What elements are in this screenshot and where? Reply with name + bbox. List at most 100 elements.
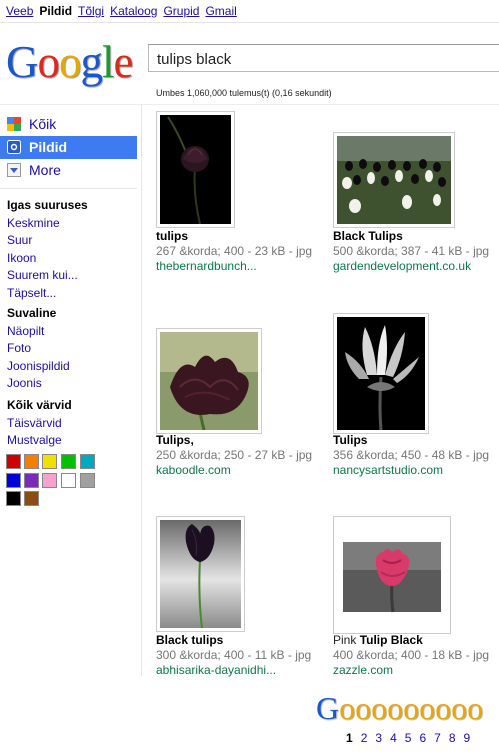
tulip-image — [337, 520, 447, 630]
page-5[interactable]: 5 — [405, 731, 412, 745]
size-filter-exactly[interactable]: Täpselt... — [7, 285, 88, 303]
nav-link-pildid[interactable]: Pildid — [39, 4, 72, 18]
color-swatch-red[interactable] — [6, 454, 21, 469]
result-thumbnail[interactable] — [333, 516, 451, 634]
pagination: 123456789 — [346, 731, 478, 745]
header-divider — [0, 104, 499, 105]
pager-logo: Gooooooooo — [316, 690, 484, 726]
size-filter-larger-than[interactable]: Suurem kui... — [7, 267, 88, 285]
nav-link-veeb[interactable]: Veeb — [6, 4, 33, 18]
color-swatch-yellow[interactable] — [42, 454, 57, 469]
image-result: Tulips 356 &korda; 450 - 48 kB - jpg nan… — [333, 313, 499, 483]
modes-divider — [0, 188, 137, 189]
all-results-icon — [7, 117, 21, 131]
google-logo[interactable]: Google — [6, 36, 133, 88]
mode-more[interactable]: More — [0, 159, 137, 182]
top-navigation-bar: Veeb Pildid Tõlgi Kataloog Grupid Gmail — [0, 0, 499, 23]
page-7[interactable]: 7 — [434, 731, 441, 745]
color-swatch-orange[interactable] — [24, 454, 39, 469]
result-source[interactable]: abhisarika-dayanidhi... — [156, 663, 276, 678]
color-filter: Kõik värvid Täisvärvid Mustvalge — [7, 397, 72, 450]
result-title[interactable]: Black Tulips — [333, 229, 403, 243]
image-result: Black Tulips 500 &korda; 387 - 41 kB - j… — [333, 111, 499, 281]
result-title[interactable]: Tulips, — [156, 433, 194, 447]
image-result: Pink Tulip Black 400 &korda; 400 - 18 kB… — [333, 516, 499, 686]
page-4[interactable]: 4 — [390, 731, 397, 745]
type-filter-heading[interactable]: Suvaline — [7, 305, 70, 323]
color-swatch-teal[interactable] — [80, 454, 95, 469]
mode-more-label: More — [29, 162, 61, 178]
color-filter-full[interactable]: Täisvärvid — [7, 415, 72, 433]
result-thumbnail[interactable] — [333, 132, 455, 228]
page-8[interactable]: 8 — [449, 731, 456, 745]
result-meta: 400 &korda; 400 - 18 kB - jpg — [333, 648, 490, 662]
result-stats: Umbes 1,060,000 tulemus(t) (0,16 sekundi… — [156, 88, 332, 98]
result-thumbnail[interactable] — [156, 516, 245, 632]
result-title[interactable]: tulips — [156, 229, 188, 243]
result-thumbnail[interactable] — [156, 111, 235, 228]
page-2[interactable]: 2 — [361, 731, 368, 745]
mode-all[interactable]: Kõik — [0, 113, 137, 136]
color-swatch-gray[interactable] — [80, 473, 95, 488]
result-meta: 300 &korda; 400 - 11 kB - jpg — [156, 648, 312, 662]
tulip-image — [337, 317, 425, 430]
result-meta: 500 &korda; 387 - 41 kB - jpg — [333, 244, 490, 258]
result-title[interactable]: Tulip Black — [360, 633, 423, 647]
nav-link-grupid[interactable]: Grupid — [163, 4, 199, 18]
mode-images-label: Pildid — [29, 139, 68, 155]
result-title[interactable]: Tulips — [333, 433, 367, 447]
color-swatch-purple[interactable] — [24, 473, 39, 488]
color-filter-bw[interactable]: Mustvalge — [7, 432, 72, 450]
color-swatch-pink[interactable] — [42, 473, 57, 488]
page-6[interactable]: 6 — [419, 731, 426, 745]
type-filter-face[interactable]: Näopilt — [7, 323, 70, 341]
type-filter: Suvaline Näopilt Foto Joonispildid Jooni… — [7, 305, 70, 393]
result-meta: 356 &korda; 450 - 48 kB - jpg — [333, 448, 490, 462]
image-result: tulips 267 &korda; 400 - 23 kB - jpg the… — [156, 111, 326, 281]
nav-link-kataloog[interactable]: Kataloog — [110, 4, 157, 18]
size-filter-large[interactable]: Suur — [7, 232, 88, 250]
color-swatch-brown[interactable] — [24, 491, 39, 506]
result-thumbnail[interactable] — [156, 328, 262, 434]
result-meta: 267 &korda; 400 - 23 kB - jpg — [156, 244, 313, 258]
result-source[interactable]: gardendevelopment.co.uk — [333, 259, 471, 274]
image-result: Black tulips 300 &korda; 400 - 11 kB - j… — [156, 516, 326, 686]
result-thumbnail[interactable] — [333, 313, 429, 434]
page-3[interactable]: 3 — [375, 731, 382, 745]
color-filter-heading[interactable]: Kõik värvid — [7, 397, 72, 415]
image-result: Tulips, 250 &korda; 250 - 27 kB - jpg ka… — [156, 313, 326, 483]
nav-link-tolgi[interactable]: Tõlgi — [78, 4, 104, 18]
tulip-image — [160, 520, 241, 628]
result-title[interactable]: Black tulips — [156, 633, 223, 647]
page-1: 1 — [346, 731, 353, 745]
type-filter-photo[interactable]: Foto — [7, 340, 70, 358]
sidebar-divider — [141, 104, 142, 676]
result-source[interactable]: kaboodle.com — [156, 463, 231, 478]
result-source[interactable]: nancysartstudio.com — [333, 463, 443, 478]
type-filter-lineart[interactable]: Joonis — [7, 375, 70, 393]
mode-all-label: Kõik — [29, 116, 57, 132]
color-swatch-white[interactable] — [61, 473, 76, 488]
type-filter-clipart[interactable]: Joonispildid — [7, 358, 70, 376]
size-filter-heading[interactable]: Igas suuruses — [7, 197, 88, 215]
color-swatch-black[interactable] — [6, 491, 21, 506]
mode-images[interactable]: Pildid — [0, 136, 137, 159]
images-icon — [7, 140, 21, 154]
result-meta: 250 &korda; 250 - 27 kB - jpg — [156, 448, 313, 462]
color-swatch-blue[interactable] — [6, 473, 21, 488]
tulip-image — [160, 115, 231, 224]
result-source[interactable]: zazzle.com — [333, 663, 393, 678]
chevron-down-icon — [7, 163, 21, 177]
size-filter-icon[interactable]: Ikoon — [7, 250, 88, 268]
search-input[interactable] — [155, 50, 489, 69]
color-swatch-green[interactable] — [61, 454, 76, 469]
tulip-image — [160, 332, 258, 430]
page-9[interactable]: 9 — [464, 731, 471, 745]
result-source[interactable]: thebernardbunch... — [156, 259, 257, 274]
search-modes: Kõik Pildid More — [0, 113, 137, 182]
search-box — [148, 44, 499, 72]
size-filter-medium[interactable]: Keskmine — [7, 215, 88, 233]
nav-link-gmail[interactable]: Gmail — [205, 4, 236, 18]
size-filter: Igas suuruses Keskmine Suur Ikoon Suurem… — [7, 197, 88, 303]
tulip-image — [337, 136, 451, 224]
